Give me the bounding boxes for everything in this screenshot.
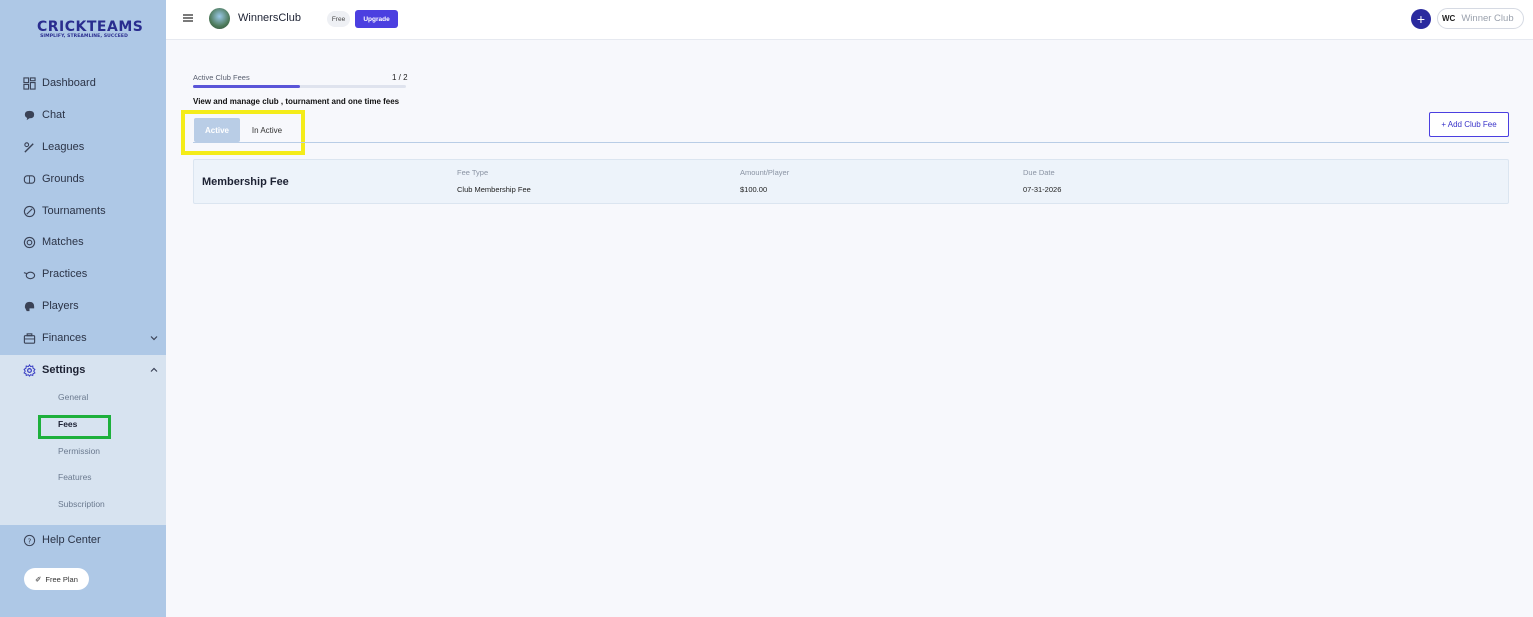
amount-column: Amount/Player $100.00 — [740, 168, 789, 194]
free-plan-label: Free Plan — [45, 574, 78, 584]
amount-header: Amount/Player — [740, 168, 790, 177]
progress-bar-fill — [193, 85, 300, 88]
progress-bar — [193, 85, 406, 88]
tab-inactive[interactable]: In Active — [244, 118, 290, 142]
plan-badge: Free — [327, 11, 350, 27]
sidebar-item-finances[interactable]: Finances — [0, 322, 166, 354]
dashboard-icon — [22, 76, 36, 90]
upgrade-button[interactable]: Upgrade — [355, 10, 398, 28]
gear-icon — [22, 363, 36, 377]
user-name: Winner Club — [1461, 13, 1514, 24]
practices-icon — [22, 267, 36, 281]
due-date-column: Due Date 07-31-2026 — [1023, 168, 1061, 194]
fees-highlight-box — [38, 415, 111, 439]
sidebar-item-grounds[interactable]: Grounds — [0, 163, 166, 195]
due-date-header: Due Date — [1023, 168, 1055, 177]
sidebar-item-players[interactable]: Players — [0, 290, 166, 322]
page-subtitle: View and manage club , tournament and on… — [193, 97, 400, 106]
sidebar-item-leagues[interactable]: Leagues — [0, 131, 166, 163]
help-icon: ? — [22, 533, 36, 547]
user-initials: WC — [1442, 14, 1456, 23]
settings-sub-permission[interactable]: Permission — [58, 446, 100, 456]
svg-text:?: ? — [27, 536, 31, 545]
user-menu[interactable]: WC Winner Club — [1437, 8, 1524, 29]
sidebar-item-label: Tournaments — [42, 205, 106, 217]
sidebar-item-matches[interactable]: Matches — [0, 226, 166, 258]
sidebar-item-tournaments[interactable]: Tournaments — [0, 195, 166, 227]
fee-card[interactable]: Membership Fee Fee Type Club Membership … — [193, 159, 1509, 204]
chevron-up-icon — [150, 367, 158, 372]
sidebar-item-label: Practices — [42, 268, 88, 280]
settings-sub-subscription[interactable]: Subscription — [58, 499, 105, 509]
tab-divider — [193, 142, 1509, 143]
free-plan-button[interactable]: ✐ Free Plan — [24, 568, 89, 590]
brand-name: CRICKTEAMS — [37, 19, 144, 35]
sidebar-item-settings[interactable]: Settings — [0, 354, 166, 386]
rocket-icon: ✐ — [35, 574, 42, 584]
amount-value: $100.00 — [740, 185, 768, 194]
sidebar: CRICKTEAMS SIMPLIFY, STREAMLINE, SUCCEED… — [0, 0, 166, 617]
sidebar-item-label: Leagues — [42, 141, 85, 153]
tab-active[interactable]: Active — [194, 118, 240, 142]
chat-icon — [22, 108, 36, 122]
settings-sub-features[interactable]: Features — [58, 472, 92, 482]
club-avatar[interactable] — [209, 8, 230, 29]
grounds-icon — [22, 172, 36, 186]
fee-type-value: Club Membership Fee — [457, 185, 531, 194]
players-icon — [22, 299, 36, 313]
settings-sub-general[interactable]: General — [58, 392, 88, 402]
brand-logo[interactable]: CRICKTEAMS SIMPLIFY, STREAMLINE, SUCCEED — [37, 19, 144, 40]
sidebar-item-label: Help Center — [42, 534, 101, 546]
leagues-icon — [22, 140, 36, 154]
sidebar-item-label: Chat — [42, 109, 66, 121]
sidebar-item-dashboard[interactable]: Dashboard — [0, 67, 166, 99]
sidebar-item-practices[interactable]: Practices — [0, 258, 166, 290]
sidebar-item-chat[interactable]: Chat — [0, 99, 166, 131]
sidebar-item-label: Players — [42, 300, 79, 312]
progress-count: 1 / 2 — [392, 73, 408, 82]
chevron-down-icon — [150, 336, 158, 341]
sidebar-item-help-center[interactable]: ? Help Center — [0, 524, 166, 556]
fee-type-column: Fee Type Club Membership Fee — [457, 168, 531, 194]
sidebar-item-label: Matches — [42, 236, 84, 248]
matches-icon — [22, 235, 36, 249]
tournaments-icon — [22, 204, 36, 218]
progress-label: Active Club Fees — [193, 73, 250, 82]
add-button[interactable]: + — [1411, 9, 1431, 29]
brand-tagline: SIMPLIFY, STREAMLINE, SUCCEED — [40, 34, 128, 39]
finances-icon — [22, 331, 36, 345]
hamburger-menu-icon[interactable] — [182, 12, 194, 24]
club-name[interactable]: WinnersClub — [238, 12, 301, 24]
top-bar: WinnersClub Free Upgrade + WC Winner Clu… — [166, 0, 1533, 40]
sidebar-item-label: Grounds — [42, 173, 85, 185]
sidebar-item-label: Settings — [42, 364, 86, 376]
due-date-value: 07-31-2026 — [1023, 185, 1062, 194]
sidebar-item-label: Dashboard — [42, 77, 96, 89]
sidebar-item-label: Finances — [42, 332, 87, 344]
fee-name: Membership Fee — [202, 176, 289, 188]
fee-type-header: Fee Type — [457, 168, 489, 177]
add-club-fee-button[interactable]: + Add Club Fee — [1429, 112, 1509, 137]
